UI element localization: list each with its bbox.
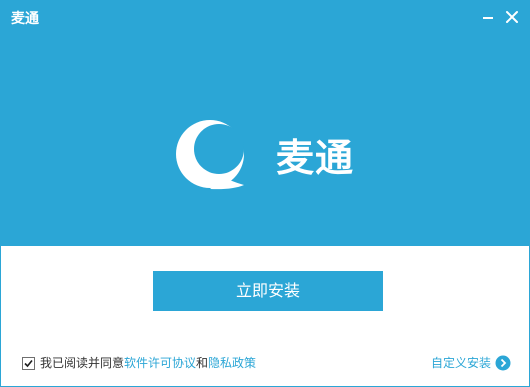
close-icon	[506, 11, 518, 23]
agreement-conjunction: 和	[196, 356, 209, 370]
logo-text: 麦通	[276, 136, 355, 180]
license-agreement-link[interactable]: 软件许可协议	[124, 355, 196, 371]
speech-bubble-logo-icon	[176, 120, 244, 190]
chevron-right-circle-icon	[495, 355, 511, 371]
install-now-button[interactable]: 立即安装	[153, 271, 383, 311]
close-button[interactable]	[503, 8, 521, 26]
header-banner: 麦通 麦通	[1, 1, 529, 246]
privacy-policy-link[interactable]: 隐私政策	[208, 355, 256, 371]
agreement-prefix: 我已阅读并同意	[40, 356, 125, 370]
installer-window: 麦通 麦通 立即安装 我已阅读并同意 软件许可协议 和 隐私政策 自定义安装	[0, 0, 530, 387]
custom-install-link[interactable]: 自定义安装	[431, 355, 511, 371]
custom-install-label: 自定义安装	[431, 356, 492, 370]
minimize-button[interactable]	[479, 8, 497, 26]
window-title: 麦通	[11, 11, 39, 27]
agreement-row: 我已阅读并同意 软件许可协议 和 隐私政策	[22, 355, 256, 371]
minimize-icon	[483, 17, 493, 19]
checkmark-icon	[24, 359, 33, 367]
agreement-checkbox[interactable]	[22, 356, 35, 370]
app-logo: 麦通	[175, 117, 375, 195]
